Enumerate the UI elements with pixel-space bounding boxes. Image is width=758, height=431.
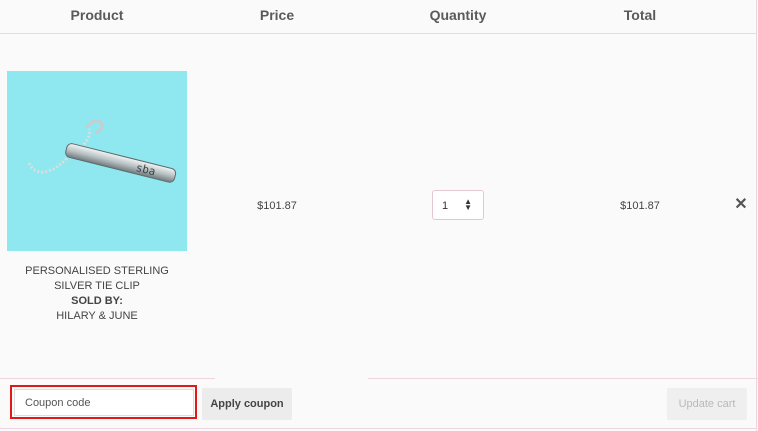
sold-by-label: SOLD BY: [71, 295, 123, 307]
product-name-line1: PERSONALISED STERLING [25, 265, 169, 277]
product-name[interactable]: PERSONALISED STERLING SILVER TIE CLIP SO… [7, 264, 187, 324]
vendor-name[interactable]: HILARY & JUNE [7, 309, 187, 324]
header-total: Total [623, 7, 657, 23]
coupon-input[interactable] [14, 389, 194, 416]
item-price: $101.87 [257, 200, 297, 212]
quantity-stepper[interactable]: 1 ▲ ▼ [432, 190, 484, 220]
header-price: Price [259, 7, 295, 23]
quantity-value: 1 [442, 200, 449, 212]
close-x-icon[interactable]: ✕ [733, 196, 749, 214]
tie-clip-illustration: sba [27, 119, 177, 183]
header-quantity: Quantity [429, 7, 487, 23]
apply-coupon-button[interactable]: Apply coupon [202, 388, 292, 420]
item-total: $101.87 [620, 200, 660, 212]
product-image[interactable]: sba [7, 71, 187, 251]
header-product: Product [70, 7, 124, 23]
product-name-line2: SILVER TIE CLIP [54, 280, 140, 292]
row-divider [368, 378, 758, 379]
row-divider [0, 378, 215, 379]
update-cart-button[interactable]: Update cart [667, 388, 747, 420]
table-right-border [756, 0, 757, 431]
header-divider [0, 33, 756, 34]
up-down-arrows-icon[interactable]: ▲ ▼ [464, 198, 472, 212]
footer-divider [0, 428, 756, 429]
